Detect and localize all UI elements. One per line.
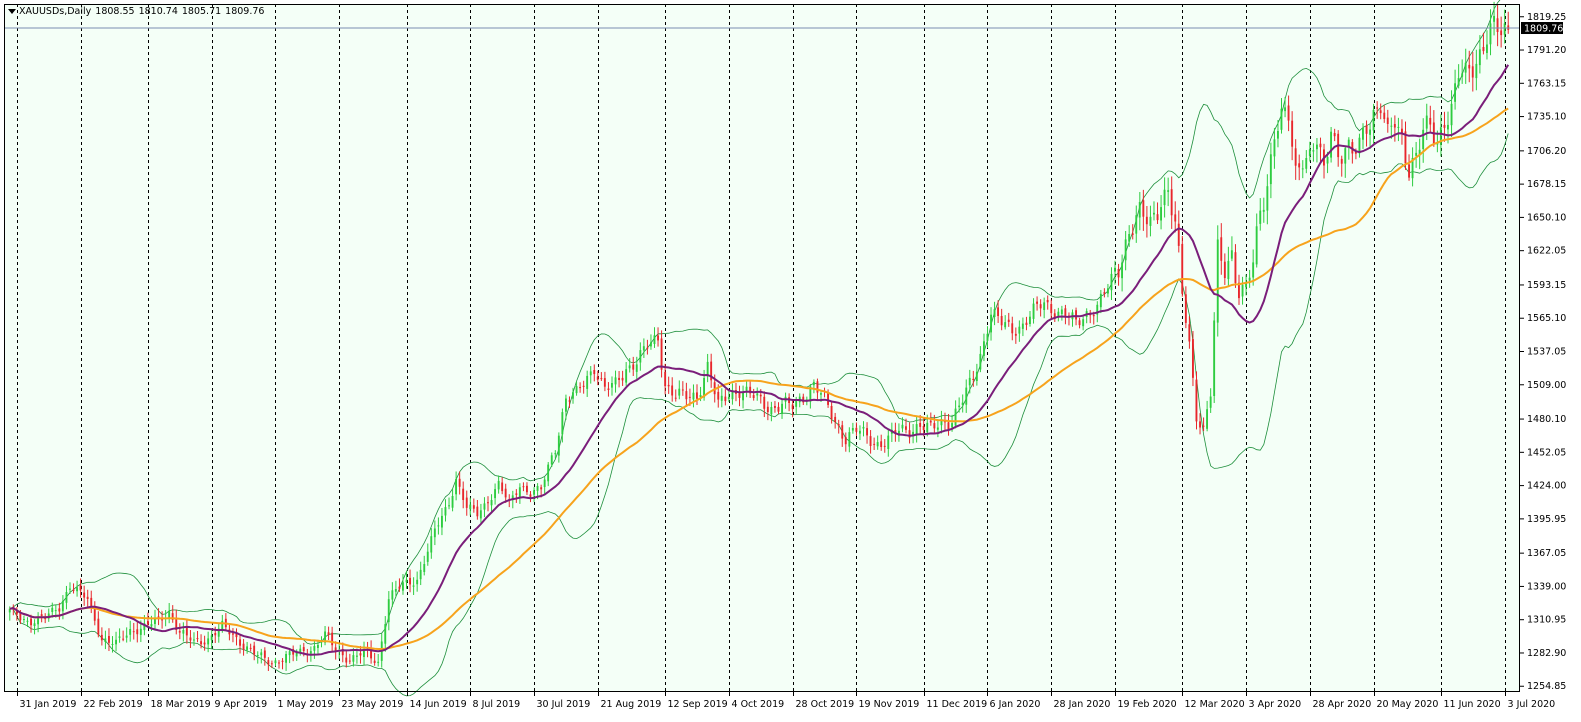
ohlc-high: 1810.74 bbox=[138, 6, 178, 17]
y-tick-label: 1565.10 bbox=[1527, 313, 1566, 324]
y-tick-label: 1593.15 bbox=[1527, 280, 1566, 291]
x-tick-label: 30 Jul 2019 bbox=[537, 699, 591, 710]
y-tick-label: 1424.00 bbox=[1527, 481, 1566, 492]
x-tick-label: 1 May 2019 bbox=[278, 699, 334, 710]
x-tick-label: 20 May 2020 bbox=[1377, 699, 1439, 710]
plot-background bbox=[4, 4, 1520, 692]
x-tick-label: 6 Jan 2020 bbox=[990, 699, 1041, 710]
x-tick-label: 3 Apr 2020 bbox=[1249, 699, 1302, 710]
price-axis: 1819.25 1791.20 1763.15 1735.10 1706.20 1678.… bbox=[1520, 12, 1566, 692]
x-tick-label: 28 Apr 2020 bbox=[1313, 699, 1372, 710]
chart-window: 1819.25 1791.20 1763.15 1735.10 1706.20 1678.… bbox=[0, 0, 1581, 722]
ohlc-close: 1809.76 bbox=[225, 6, 265, 17]
y-tick-label: 1395.95 bbox=[1527, 514, 1566, 525]
x-tick-label: 22 Feb 2019 bbox=[84, 699, 143, 710]
x-tick-label: 28 Oct 2019 bbox=[796, 699, 855, 710]
candle bbox=[1195, 371, 1198, 430]
x-tick-label: 19 Nov 2019 bbox=[859, 699, 920, 710]
y-tick-label: 1367.05 bbox=[1527, 548, 1566, 559]
y-tick-label: 1509.00 bbox=[1527, 380, 1566, 391]
x-tick-label: 3 Jul 2020 bbox=[1508, 699, 1556, 710]
candle bbox=[1216, 225, 1219, 337]
x-tick-label: 4 Oct 2019 bbox=[732, 699, 785, 710]
y-tick-label: 1537.05 bbox=[1527, 346, 1566, 357]
x-tick-label: 14 Jun 2019 bbox=[410, 699, 467, 710]
y-tick-label: 1706.20 bbox=[1527, 146, 1566, 157]
triangle-down-icon bbox=[8, 9, 16, 14]
current-price-label: 1809.76 bbox=[1524, 24, 1563, 35]
candle bbox=[1213, 312, 1216, 404]
candle bbox=[1181, 235, 1184, 297]
y-tick-label: 1735.10 bbox=[1527, 112, 1566, 123]
y-tick-label: 1819.25 bbox=[1527, 12, 1566, 23]
y-tick-label: 1622.05 bbox=[1527, 246, 1566, 257]
x-tick-label: 21 Aug 2019 bbox=[601, 699, 662, 710]
x-tick-label: 12 Mar 2020 bbox=[1185, 699, 1245, 710]
y-tick-label: 1763.15 bbox=[1527, 78, 1566, 89]
candle bbox=[1330, 126, 1332, 163]
x-tick-label: 19 Feb 2020 bbox=[1118, 699, 1177, 710]
x-tick-label: 9 Apr 2019 bbox=[215, 699, 268, 710]
y-tick-label: 1339.00 bbox=[1527, 581, 1566, 592]
x-tick-label: 23 May 2019 bbox=[342, 699, 404, 710]
chart-header: XAUUSDs,Daily 1808.55 1810.74 1805.71 1809.7… bbox=[8, 6, 268, 17]
y-tick-label: 1791.20 bbox=[1527, 45, 1566, 56]
y-tick-label: 1254.85 bbox=[1527, 681, 1566, 692]
current-price-tag: 1809.76 bbox=[1521, 22, 1563, 35]
x-tick-label: 12 Sep 2019 bbox=[668, 699, 728, 710]
x-tick-label: 8 Jul 2019 bbox=[473, 699, 521, 710]
x-tick-label: 31 Jan 2019 bbox=[20, 699, 77, 710]
y-tick-label: 1650.10 bbox=[1527, 212, 1566, 223]
ohlc-open: 1808.55 bbox=[95, 6, 135, 17]
x-tick-label: 28 Jan 2020 bbox=[1054, 699, 1111, 710]
symbol-timeframe: XAUUSDs,Daily bbox=[19, 6, 92, 17]
x-tick-label: 11 Jun 2020 bbox=[1444, 699, 1501, 710]
y-tick-label: 1452.05 bbox=[1527, 447, 1566, 458]
y-tick-label: 1310.95 bbox=[1527, 615, 1566, 626]
y-tick-label: 1678.15 bbox=[1527, 179, 1566, 190]
x-tick-label: 18 Mar 2019 bbox=[151, 699, 211, 710]
x-tick-label: 11 Dec 2019 bbox=[927, 699, 988, 710]
y-tick-label: 1480.10 bbox=[1527, 414, 1566, 425]
time-axis: 31 Jan 2019 22 Feb 2019 18 Mar 2019 9 Apr 2… bbox=[17, 692, 1556, 710]
ohlc-low: 1805.71 bbox=[181, 6, 222, 17]
price-chart[interactable]: 1819.25 1791.20 1763.15 1735.10 1706.20 1678.… bbox=[0, 0, 1581, 722]
y-tick-label: 1282.90 bbox=[1527, 648, 1566, 659]
